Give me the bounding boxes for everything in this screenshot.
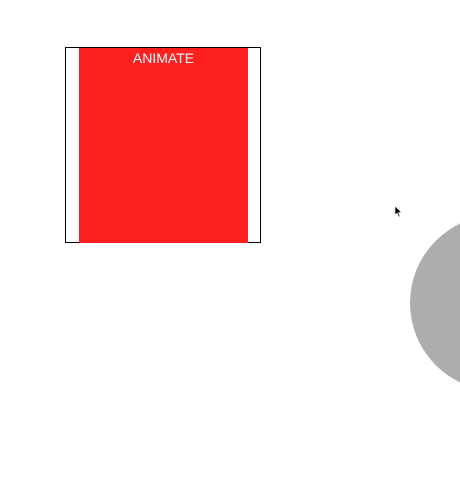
mouse-pointer-icon (395, 206, 403, 218)
canvas-stage: ANIMATE (0, 0, 460, 498)
gray-circle (410, 215, 460, 391)
animate-button-label: ANIMATE (132, 50, 195, 66)
animate-button[interactable]: ANIMATE (79, 48, 248, 243)
animation-box: ANIMATE (65, 47, 261, 243)
